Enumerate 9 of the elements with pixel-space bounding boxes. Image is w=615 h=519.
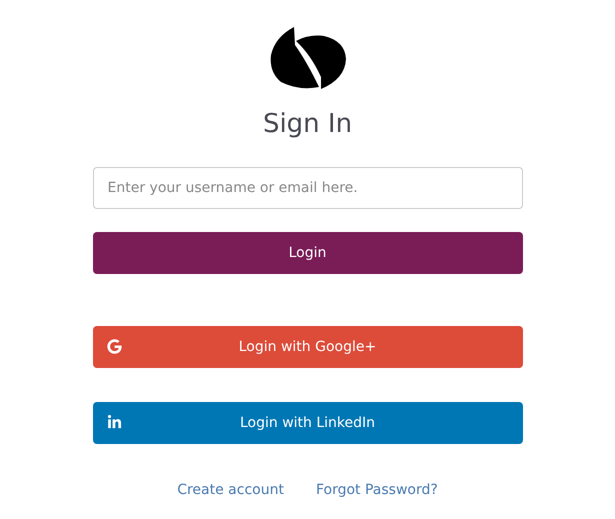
link[interactable]: Forgot Password? [316,482,438,498]
google-icon [106,339,122,354]
linkedin-icon [106,415,122,430]
login-button[interactable]: Login [92,232,522,274]
page-title: Sign In [262,108,352,141]
username-field[interactable]: Enter your username or email here. [92,167,522,209]
google-login-button[interactable]: Login with Google+ [92,326,522,368]
link[interactable]: Create account [177,482,284,498]
linkedin-login-button[interactable]: Login with LinkedIn [92,402,522,444]
